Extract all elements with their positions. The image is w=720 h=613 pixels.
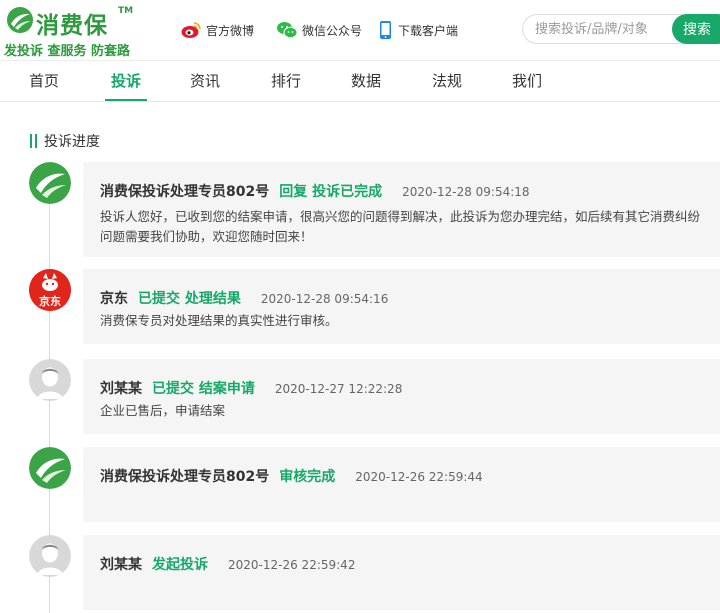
download-app-label: 下载客户端 (398, 23, 459, 38)
nav-item-data[interactable]: 数据 (351, 61, 381, 101)
entry-author: 消费保投诉处理专员802号 (100, 184, 270, 200)
card-header: 刘某某 已提交 结案申请 2020-12-27 12:22:28 (100, 378, 402, 398)
site-logo[interactable]: 消费保 TM 发投诉 查服务 防套路 (4, 4, 139, 59)
brand-name: 消费保 (36, 13, 108, 39)
user-avatar-icon (29, 359, 71, 401)
site-header: 消费保 TM 发投诉 查服务 防套路 官方微博 微信公众号 下载客户端 搜索投诉… (0, 0, 720, 60)
wechat-link-label: 微信公众号 (302, 23, 363, 38)
leaf-logo-icon (7, 7, 33, 33)
timeline-card: 消费保投诉处理专员802号 审核完成 2020-12-26 22:59:44 (83, 447, 720, 522)
download-app-link[interactable]: 下载客户端 (378, 20, 458, 40)
section-title: 投诉进度 (30, 131, 100, 151)
xiaofeibao-avatar (29, 447, 71, 489)
entry-author: 刘某某 (100, 557, 142, 573)
section-title-text: 投诉进度 (44, 134, 100, 150)
entry-time: 2020-12-28 09:54:18 (402, 185, 530, 199)
timeline-card: 刘某某 已提交 结案申请 2020-12-27 12:22:28 企业已售后，申… (83, 359, 720, 434)
entry-action: 审核完成 (279, 469, 336, 485)
entry-author: 消费保投诉处理专员802号 (100, 469, 270, 485)
entry-author: 刘某某 (100, 381, 142, 397)
brand-slogan: 发投诉 查服务 防套路 (4, 44, 131, 59)
weibo-link[interactable]: 官方微博 (180, 20, 254, 40)
user-avatar (29, 535, 71, 577)
entry-time: 2020-12-27 12:22:28 (274, 382, 403, 396)
xiaofeibao-logo-icon (29, 162, 71, 204)
entry-body: 消费保专员对处理结果的真实性进行审核。 (100, 313, 338, 328)
entry-time: 2020-12-26 22:59:44 (355, 470, 483, 484)
entry-action: 回复 投诉已完成 (279, 184, 383, 200)
entry-body: 投诉人您好，已收到您的结案申请，很高兴您的问题得到解决，此投诉为您办理完结，如后… (100, 209, 701, 244)
card-header: 消费保投诉处理专员802号 回复 投诉已完成 2020-12-28 09:54:… (100, 181, 530, 201)
brand-tm: TM (118, 6, 134, 16)
search-input[interactable] (522, 14, 682, 44)
title-bars-icon (30, 134, 40, 148)
xiaofeibao-logo-icon (29, 447, 71, 489)
jd-logo-text: 京东 (39, 295, 61, 308)
timeline-card: 京东 已提交 处理结果 2020-12-28 09:54:16 消费保专员对处理… (83, 269, 720, 344)
weibo-link-label: 官方微博 (206, 23, 255, 38)
nav-item-about-us[interactable]: 我们 (512, 61, 542, 101)
card-header: 消费保投诉处理专员802号 审核完成 2020-12-26 22:59:44 (100, 466, 483, 486)
wechat-link[interactable]: 微信公众号 (276, 20, 362, 40)
jd-avatar: 京东 (29, 269, 71, 311)
card-header: 刘某某 发起投诉 2020-12-26 22:59:42 (100, 554, 355, 574)
entry-time: 2020-12-28 09:54:16 (260, 292, 389, 306)
entry-action: 已提交 结案申请 (152, 381, 255, 397)
timeline-card: 消费保投诉处理专员802号 回复 投诉已完成 2020-12-28 09:54:… (83, 162, 720, 257)
card-header: 京东 已提交 处理结果 2020-12-28 09:54:16 (100, 288, 388, 308)
entry-action: 已提交 处理结果 (138, 291, 241, 307)
timeline-card: 刘某某 发起投诉 2020-12-26 22:59:42 (83, 535, 720, 610)
entry-action: 发起投诉 (152, 557, 208, 573)
nav-item-home[interactable]: 首页 (29, 61, 59, 101)
weibo-icon (181, 22, 201, 38)
entry-time: 2020-12-26 22:59:42 (228, 558, 356, 572)
nav-item-ranking[interactable]: 排行 (271, 61, 301, 101)
entry-body: 企业已售后，申请结案 (100, 403, 226, 418)
user-avatar (29, 359, 71, 401)
wechat-icon (277, 22, 298, 39)
search-button[interactable]: 搜索 (672, 14, 720, 44)
nav-item-complaints[interactable]: 投诉 (104, 61, 148, 101)
search-bar: 搜索 (522, 14, 720, 44)
main-nav: 首页 投诉 资讯 排行 数据 法规 我们 (0, 60, 720, 102)
complaint-progress-section: 投诉进度 消费保投诉处理专员802号 回复 投诉已完成 2020-12-28 0… (0, 102, 720, 613)
nav-item-regulations[interactable]: 法规 (432, 61, 462, 101)
xiaofeibao-avatar (29, 162, 71, 204)
user-avatar-icon (29, 535, 71, 577)
nav-item-news[interactable]: 资讯 (190, 61, 220, 101)
entry-author: 京东 (100, 291, 128, 307)
phone-icon (380, 21, 391, 39)
